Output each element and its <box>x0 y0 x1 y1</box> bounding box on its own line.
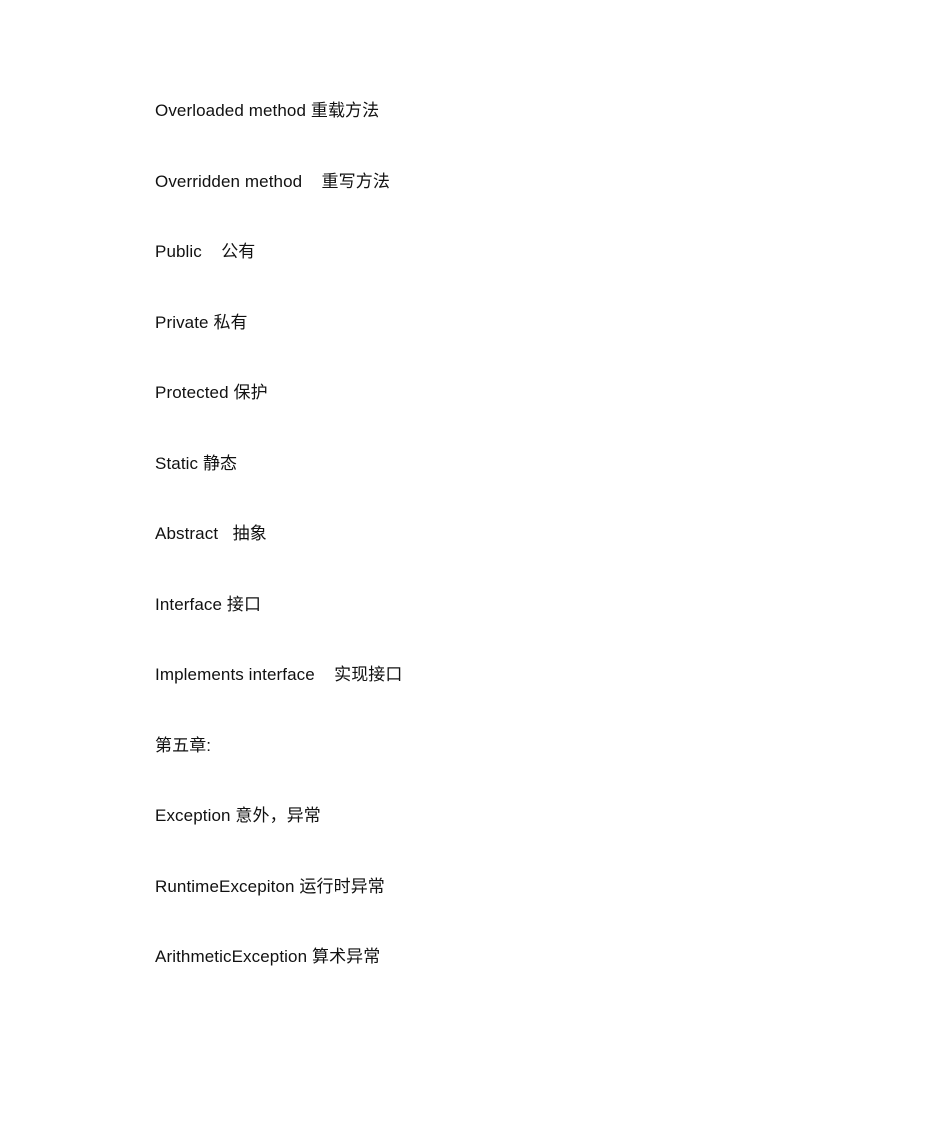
term-chinese: 抽象 <box>232 524 267 543</box>
glossary-entry: Exception 意外，异常 <box>155 805 885 827</box>
term-english: Public <box>155 242 202 261</box>
term-english: Overloaded method <box>155 101 307 120</box>
term-chinese: 公有 <box>221 242 256 261</box>
term-chinese: 重写方法 <box>321 171 390 191</box>
section-heading: 第五章: <box>155 735 212 755</box>
term-chinese: 重载方法 <box>310 101 380 120</box>
term-english: Abstract <box>155 524 219 543</box>
glossary-entry: Abstract 抽象 <box>155 523 885 545</box>
glossary-entry: Overloaded method 重载方法 <box>155 100 885 122</box>
term-chinese: 私有 <box>213 312 248 332</box>
glossary-entry: RuntimeExcepiton 运行时异常 <box>155 876 885 898</box>
term-separator <box>315 665 334 684</box>
term-english: Overridden method <box>155 171 303 191</box>
term-chinese: 算术异常 <box>311 947 381 966</box>
glossary-entry: Protected 保护 <box>155 382 885 404</box>
glossary-entry: Interface 接口 <box>155 594 885 616</box>
term-separator <box>302 172 321 191</box>
glossary-entry: ArithmeticException 算术异常 <box>155 946 885 968</box>
term-english: Private <box>155 312 209 332</box>
document-page: Overloaded method 重载方法 Overridden method … <box>0 0 945 1123</box>
term-english: RuntimeExcepiton <box>155 876 295 896</box>
glossary-entry: Public 公有 <box>155 241 885 263</box>
term-english: Static <box>155 453 199 473</box>
term-english: Interface <box>155 594 223 614</box>
term-chinese: 意外，异常 <box>235 806 321 825</box>
term-chinese: 保护 <box>233 383 268 402</box>
glossary-entry: Overridden method 重写方法 <box>155 171 885 193</box>
term-english: Protected <box>155 383 229 402</box>
term-chinese: 接口 <box>226 594 262 614</box>
term-chinese: 静态 <box>202 453 238 473</box>
glossary-entry: Static 静态 <box>155 453 885 475</box>
term-chinese: 实现接口 <box>334 665 403 684</box>
term-separator <box>202 242 221 261</box>
glossary-entry: Private 私有 <box>155 312 885 334</box>
term-separator <box>218 524 232 543</box>
term-english: Implements interface <box>155 665 315 684</box>
term-chinese: 运行时异常 <box>299 876 385 896</box>
glossary-list: Overloaded method 重载方法 Overridden method … <box>155 100 885 968</box>
term-english: ArithmeticException <box>155 947 308 966</box>
glossary-entry: Implements interface 实现接口 <box>155 664 885 686</box>
term-english: Exception <box>155 806 231 825</box>
